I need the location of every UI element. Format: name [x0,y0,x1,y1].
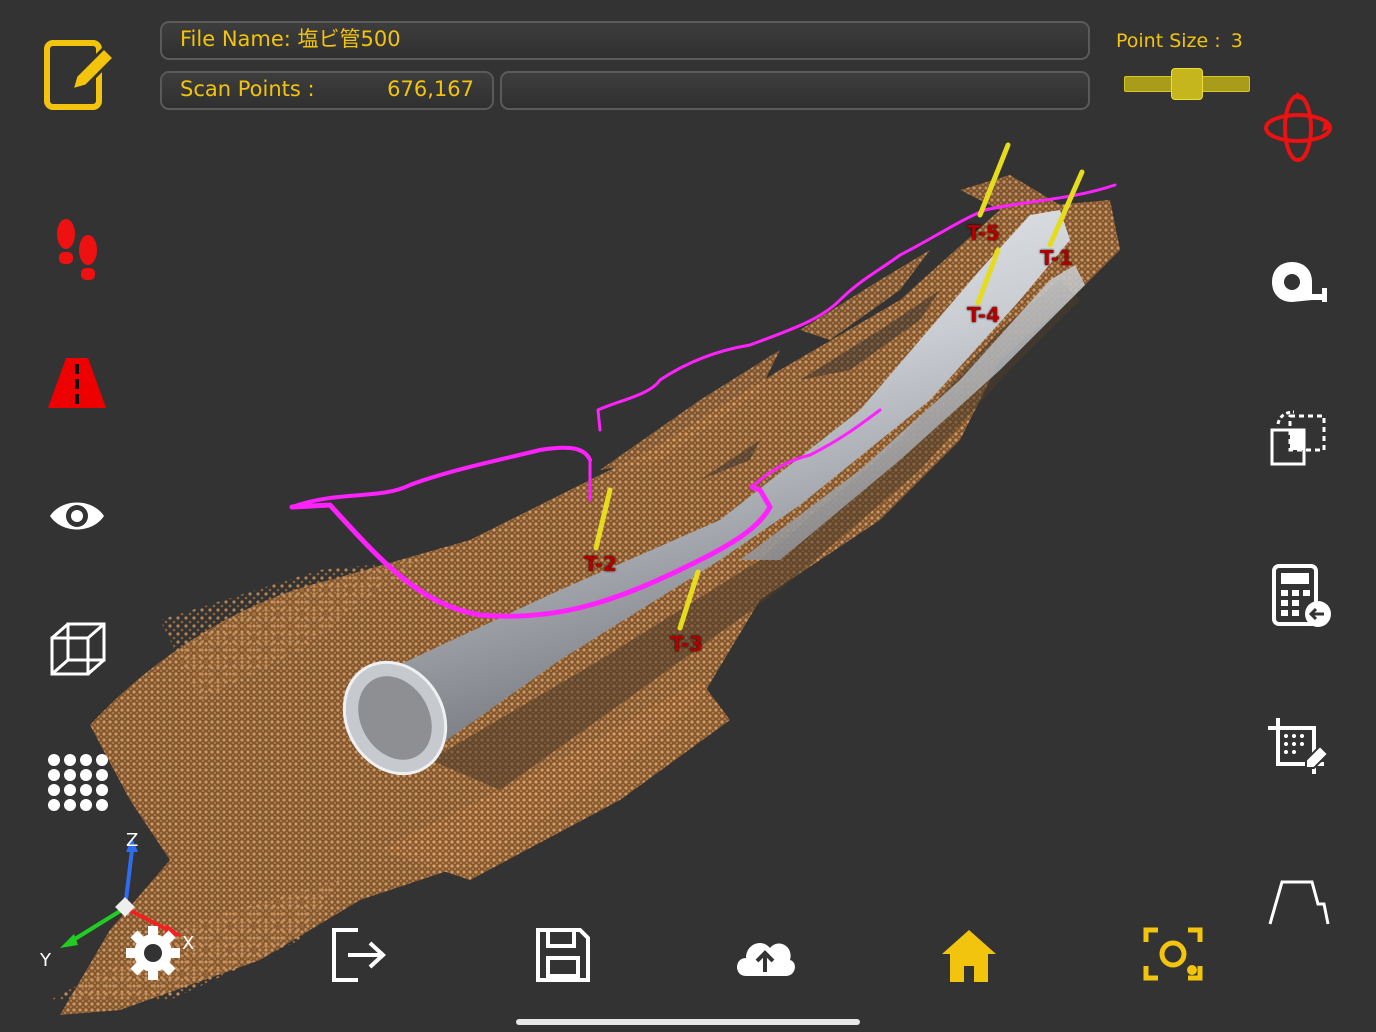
dot-grid-icon[interactable] [46,752,110,814]
point-size-value: 3 [1230,30,1243,52]
marker-label-t2[interactable]: T-2 [584,552,617,576]
calculator-icon[interactable] [1270,564,1332,630]
edit-icon[interactable] [42,38,118,114]
scan-camera-icon[interactable] [1142,924,1204,984]
tape-measure-icon[interactable] [1268,260,1330,306]
file-name-label: File Name: 塩ビ管500 [180,27,401,51]
point-size-slider-thumb[interactable] [1171,68,1203,100]
point-cloud-viewport[interactable] [0,0,1376,1032]
scan-points-label: Scan Points : [180,77,315,101]
home-indicator [516,1019,860,1025]
profile-icon[interactable] [1266,878,1332,928]
point-size-label: Point Size : [1116,30,1221,52]
scan-points-field: Scan Points : 676,167 [160,71,494,110]
axis-label-y: Y [40,950,51,971]
point-size-readout: Point Size : 3 [1116,30,1243,52]
settings-icon[interactable] [124,924,182,982]
footsteps-icon[interactable] [52,216,102,284]
cloud-upload-icon[interactable] [732,932,798,978]
crop-area-icon[interactable] [1266,716,1332,778]
wireframe-cube-icon[interactable] [48,620,108,680]
axis-label-x: X [182,933,195,954]
select-copy-icon[interactable] [1268,408,1330,468]
exit-icon[interactable] [328,926,388,984]
orbit-icon[interactable] [1262,92,1334,164]
marker-label-t4[interactable]: T-4 [967,303,1000,327]
scan-points-value: 676,167 [387,77,474,101]
road-icon[interactable] [46,356,108,410]
file-name-field: File Name: 塩ビ管500 [160,21,1090,60]
marker-label-t5[interactable]: T-5 [967,221,1000,245]
save-icon[interactable] [534,926,592,984]
status-field [500,71,1090,110]
marker-label-t1[interactable]: T-1 [1040,246,1073,270]
axis-label-z: Z [126,830,139,851]
marker-label-t3[interactable]: T-3 [670,632,703,656]
eye-icon[interactable] [48,496,106,536]
home-icon[interactable] [940,926,998,984]
